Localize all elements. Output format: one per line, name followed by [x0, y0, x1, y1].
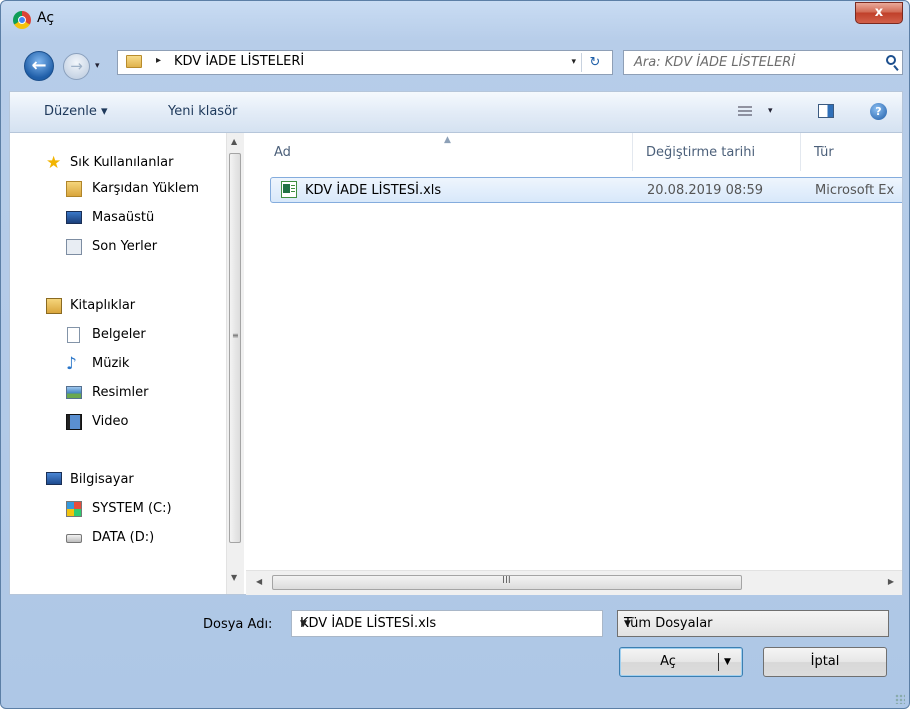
- filename-label: Dosya Adı:: [203, 617, 273, 632]
- address-bar[interactable]: ▸ KDV İADE LİSTELERİ ▾ ↻: [117, 50, 613, 75]
- recent-locations-dropdown[interactable]: ▾: [95, 61, 100, 71]
- scroll-grip: ≡: [232, 331, 239, 340]
- command-toolbar: Düzenle ▾ Yeni klasör ▾ ?: [9, 91, 903, 133]
- close-button[interactable]: x: [855, 2, 903, 24]
- breadcrumb-current-folder[interactable]: KDV İADE LİSTELERİ: [174, 54, 304, 69]
- filename-input[interactable]: KDV İADE LİSTESİ.xls ▼: [291, 610, 603, 637]
- title-bar: Aç x: [1, 1, 909, 33]
- split-divider: [718, 653, 719, 671]
- nav-item-label: Müzik: [92, 356, 130, 371]
- file-list-horizontal-scrollbar[interactable]: ◀ III ▶: [246, 570, 902, 595]
- file-name: KDV İADE LİSTESİ.xls: [305, 183, 442, 198]
- address-dropdown-arrow[interactable]: ▾: [571, 57, 576, 67]
- nav-favorites-label: Sık Kullanılanlar: [70, 155, 174, 170]
- back-button[interactable]: ←: [24, 51, 54, 81]
- system-drive-icon: [66, 501, 82, 517]
- window-title: Aç: [37, 10, 55, 26]
- change-view-icon[interactable]: [738, 106, 752, 118]
- open-file-dialog: Aç x ← → ▾ ▸ KDV İADE LİSTELERİ ▾ ↻ Ara:…: [0, 0, 910, 709]
- resize-grip[interactable]: [895, 694, 905, 704]
- file-row[interactable]: KDV İADE LİSTESİ.xls 20.08.2019 08:59 Mi…: [270, 177, 902, 203]
- nav-computer-label: Bilgisayar: [70, 472, 134, 487]
- recent-places-icon: [66, 239, 82, 255]
- nav-item-label: Son Yerler: [92, 239, 158, 254]
- excel-file-icon: [281, 181, 297, 198]
- open-button[interactable]: Aç ▼: [619, 647, 743, 677]
- nav-item-label: Video: [92, 414, 129, 429]
- search-placeholder: Ara: KDV İADE LİSTELERİ: [634, 55, 796, 70]
- organize-button[interactable]: Düzenle ▾: [44, 104, 108, 119]
- scroll-right-arrow[interactable]: ▶: [888, 577, 894, 586]
- nav-item-label: Resimler: [92, 385, 149, 400]
- nav-item-label: Karşıdan Yüklem: [92, 181, 200, 196]
- downloads-folder-icon: [66, 181, 82, 197]
- filename-dropdown-arrow[interactable]: ▼: [300, 619, 594, 629]
- nav-item-label: DATA (D:): [92, 530, 155, 545]
- navigation-pane: ★ Sık Kullanılanlar Karşıdan Yüklem Masa…: [10, 133, 228, 569]
- videos-icon: [66, 414, 82, 430]
- folder-icon: [126, 55, 142, 68]
- file-list: ▲ Ad Değiştirme tarihi Tür KDV İADE LİST…: [246, 133, 902, 570]
- help-icon[interactable]: ?: [870, 103, 887, 120]
- scroll-thumb[interactable]: [229, 153, 241, 543]
- open-options-arrow[interactable]: ▼: [724, 648, 731, 676]
- nav-libraries-label: Kitaplıklar: [70, 298, 136, 313]
- open-button-label: Aç: [660, 654, 676, 669]
- refresh-button[interactable]: ↻: [581, 53, 608, 72]
- column-header-modified[interactable]: Değiştirme tarihi: [646, 145, 755, 160]
- breadcrumb-separator[interactable]: ▸: [156, 55, 161, 66]
- column-divider[interactable]: [632, 133, 633, 171]
- file-type-select[interactable]: Tüm Dosyalar ▼: [617, 610, 889, 637]
- scroll-grip: III: [502, 575, 511, 586]
- scroll-up-arrow[interactable]: ▲: [231, 137, 237, 146]
- search-icon[interactable]: [886, 55, 896, 65]
- nav-item-label: SYSTEM (C:): [92, 501, 172, 516]
- browser-body: ★ Sık Kullanılanlar Karşıdan Yüklem Masa…: [9, 133, 903, 595]
- libraries-icon: [46, 298, 62, 314]
- column-header-name[interactable]: Ad: [274, 145, 291, 160]
- music-icon: ♪: [66, 354, 77, 374]
- forward-button[interactable]: →: [63, 53, 90, 80]
- preview-pane-icon[interactable]: [818, 104, 834, 118]
- column-header-type[interactable]: Tür: [814, 145, 834, 160]
- view-options-arrow[interactable]: ▾: [768, 106, 773, 116]
- desktop-icon: [66, 211, 82, 224]
- address-row: ← → ▾ ▸ KDV İADE LİSTELERİ ▾ ↻ Ara: KDV …: [1, 41, 909, 85]
- documents-icon: [67, 327, 80, 343]
- file-type: Microsoft Ex: [815, 183, 895, 198]
- pictures-icon: [66, 386, 82, 399]
- file-modified: 20.08.2019 08:59: [647, 183, 764, 198]
- nav-item-label: Belgeler: [92, 327, 146, 342]
- file-type-dropdown-arrow[interactable]: ▼: [624, 619, 880, 629]
- chrome-app-icon: [13, 11, 31, 29]
- search-input[interactable]: Ara: KDV İADE LİSTELERİ: [623, 50, 903, 75]
- scroll-down-arrow[interactable]: ▼: [231, 573, 237, 582]
- computer-icon: [46, 472, 62, 485]
- cancel-button[interactable]: İptal: [763, 647, 887, 677]
- star-icon: ★: [46, 153, 62, 173]
- scroll-left-arrow[interactable]: ◀: [256, 577, 262, 586]
- column-divider[interactable]: [800, 133, 801, 171]
- dialog-footer: Dosya Adı: KDV İADE LİSTESİ.xls ▼ Tüm Do…: [1, 595, 909, 708]
- new-folder-button[interactable]: Yeni klasör: [168, 104, 237, 119]
- nav-item-label: Masaüstü: [92, 210, 155, 225]
- nav-vertical-scrollbar[interactable]: ▲ ≡ ▼: [226, 133, 244, 594]
- data-drive-icon: [66, 534, 82, 543]
- sort-ascending-icon: ▲: [444, 135, 451, 145]
